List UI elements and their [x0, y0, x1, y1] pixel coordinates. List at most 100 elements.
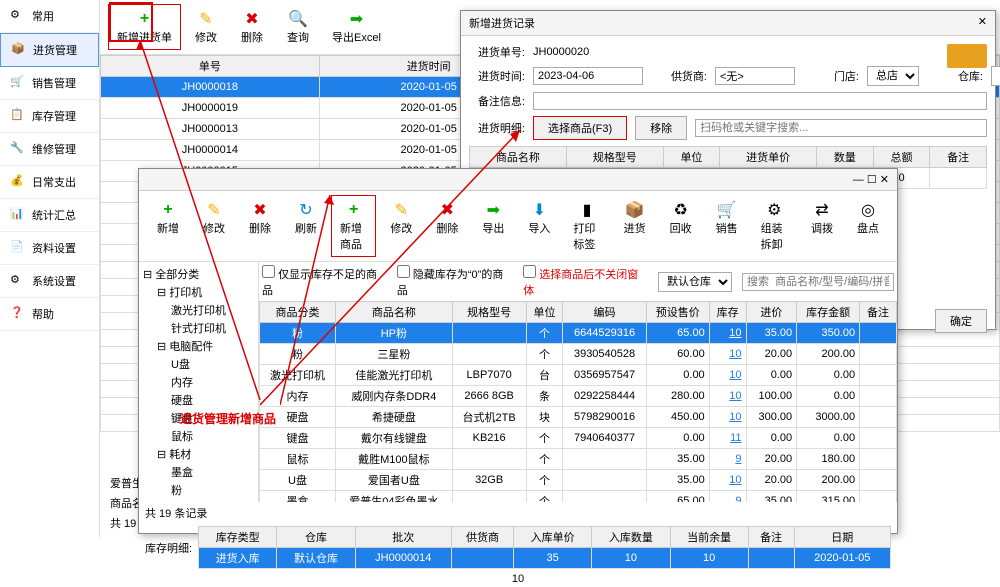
split-icon: ⚙ [764, 200, 784, 220]
table-row[interactable]: 墨盒爱普生04彩色墨水个65.00935.00315.00 [260, 491, 897, 503]
sidebar-item-common[interactable]: ⚙常用 [0, 0, 99, 33]
print-button[interactable]: ▮打印标签 [564, 195, 609, 257]
table-row[interactable]: 内存威刚内存条DDR42666 8GB条0292258444280.001010… [260, 386, 897, 407]
supplier-input[interactable] [715, 67, 795, 85]
order-no-label: 进货单号: [469, 44, 525, 60]
sidebar-item-stock[interactable]: 📋库存管理 [0, 100, 99, 133]
tree-leaf[interactable]: 鼠标 [143, 428, 254, 446]
order-no-value: JH0000020 [533, 46, 589, 58]
delete-icon: ✖ [242, 9, 262, 29]
sidebar-item-stats[interactable]: 📊统计汇总 [0, 199, 99, 232]
list-icon: 📋 [10, 108, 26, 124]
goods-dialog-titlebar[interactable]: — ☐ ✕ [139, 169, 897, 191]
note-label: 备注信息: [469, 93, 525, 109]
tree-node[interactable]: ⊟ 耗材 [143, 446, 254, 464]
sidebar-item-sales[interactable]: 🛒销售管理 [0, 67, 99, 100]
close-icon[interactable]: ✕ [880, 174, 889, 186]
transfer-button[interactable]: ⇄调拨 [801, 195, 843, 257]
help-icon: ❓ [10, 306, 26, 322]
chart-icon: 📊 [10, 207, 26, 223]
transfer-icon: ⇄ [812, 200, 832, 220]
delete-button[interactable]: ✖删除 [239, 195, 281, 257]
tree-leaf[interactable]: 激光打印机 [143, 302, 254, 320]
export-icon: ➡ [483, 200, 503, 220]
goods-grid[interactable]: 商品分类商品名称规格型号单位编码预设售价库存进价库存金额备注粉HP粉个66445… [259, 301, 897, 502]
chk-hide-zero[interactable]: 隐藏库存为“0”的商品 [397, 265, 513, 298]
sidebar-item-expense[interactable]: 💰日常支出 [0, 166, 99, 199]
footer-total: 共 19 [110, 515, 136, 531]
import-icon: ⬇ [529, 200, 549, 220]
chk-low-stock[interactable]: 仅显示库存不足的商品 [262, 265, 387, 298]
tree-leaf[interactable]: 墨盒 [143, 464, 254, 482]
table-row[interactable]: 激光打印机佳能激光打印机LBP7070台03569575470.00100.00… [260, 365, 897, 386]
edit2-icon: ✎ [391, 200, 411, 220]
tree-leaf[interactable]: 内存 [143, 374, 254, 392]
print-icon: ▮ [577, 200, 597, 220]
tree-root[interactable]: ⊟ 全部分类 [143, 266, 254, 284]
tree-node[interactable]: ⊟ 打印机 [143, 284, 254, 302]
stock-detail-label: 库存明细: [145, 540, 192, 556]
sale-button[interactable]: 🛒销售 [706, 195, 748, 257]
goods-toolbar: +新增✎修改✖删除↻刷新+新增商品✎修改✖删除➡导出⬇导入▮打印标签📦进货♻回收… [139, 191, 897, 262]
table-row[interactable]: 鼠标戴胜M100鼠标个35.00920.00180.00 [260, 449, 897, 470]
tree-leaf[interactable]: 粉 [143, 482, 254, 500]
dialog-title-bar[interactable]: 新增进货记录 ✕ [461, 11, 995, 36]
sidebar-item-system[interactable]: ⚙系统设置 [0, 265, 99, 298]
edit-icon: ✎ [204, 200, 224, 220]
export-button[interactable]: ➡导出 [472, 195, 514, 257]
delete2-button[interactable]: ✖删除 [426, 195, 468, 257]
tree-leaf[interactable]: 硬盘 [143, 392, 254, 410]
delete-button[interactable]: ✖删除 [231, 4, 273, 50]
sidebar-item-help[interactable]: ❓帮助 [0, 298, 99, 331]
ok-button[interactable]: 确定 [935, 309, 987, 333]
stock-select[interactable]: 默认仓库 [991, 66, 1000, 86]
add-button[interactable]: +新增 [147, 195, 189, 257]
store-label: 门店: [803, 68, 859, 84]
minimize-icon[interactable]: — [853, 174, 864, 186]
recycle-button[interactable]: ♻回收 [660, 195, 702, 257]
stock-filter-select[interactable]: 默认仓库 [658, 272, 732, 292]
import-button[interactable]: ⬇导入 [518, 195, 560, 257]
scan-search-input[interactable] [695, 119, 987, 137]
tree-leaf[interactable]: U盘 [143, 356, 254, 374]
sidebar-item-repair[interactable]: 🔧维修管理 [0, 133, 99, 166]
edit-button[interactable]: ✎修改 [185, 4, 227, 50]
category-tree[interactable]: ⊟ 全部分类⊟ 打印机激光打印机针式打印机⊟ 电脑配件U盘内存硬盘键盘鼠标⊟ 耗… [139, 262, 259, 502]
select-goods-button[interactable]: 选择商品(F3) [533, 116, 627, 140]
table-row[interactable]: 键盘戴尔有线键盘KB216个79406403770.00110.000.00 [260, 428, 897, 449]
sidebar-item-data[interactable]: 📄资料设置 [0, 232, 99, 265]
tree-node[interactable]: ⊟ 电脑配件 [143, 338, 254, 356]
table-row[interactable]: U盘爱国者U盘32GB个35.001020.00200.00 [260, 470, 897, 491]
store-select[interactable]: 总店 [867, 66, 919, 86]
goods-search-input[interactable] [742, 273, 894, 291]
table-row[interactable]: 粉三星粉个393054052860.001020.00200.00 [260, 344, 897, 365]
cart-icon: 🛒 [10, 75, 26, 91]
table-row[interactable]: 进货入库默认仓库JH00000143510102020-01-05 [199, 548, 891, 569]
edit2-button[interactable]: ✎修改 [380, 195, 422, 257]
split-button[interactable]: ⚙组装拆卸 [752, 195, 797, 257]
edit-button[interactable]: ✎修改 [193, 195, 235, 257]
remove-button[interactable]: 移除 [635, 116, 687, 140]
stock-in-button[interactable]: 📦进货 [614, 195, 656, 257]
date-input[interactable] [533, 67, 643, 85]
table-row[interactable]: 硬盘希捷硬盘台式机2TB块5798290016450.0010300.00300… [260, 407, 897, 428]
table-row[interactable]: 粉HP粉个664452931665.001035.00350.00 [260, 323, 897, 344]
sidebar-item-purchase[interactable]: 📦进货管理 [0, 33, 99, 67]
tree-leaf[interactable]: 针式打印机 [143, 320, 254, 338]
check-icon: ◎ [858, 200, 878, 220]
query-button[interactable]: 🔍查询 [277, 4, 319, 50]
add-goods-button[interactable]: +新增商品 [331, 195, 376, 257]
check-button[interactable]: ◎盘点 [847, 195, 889, 257]
close-icon[interactable]: ✕ [978, 15, 987, 31]
edit-icon: ✎ [196, 9, 216, 29]
export-button[interactable]: ➡导出Excel [323, 4, 390, 50]
note-input[interactable] [533, 92, 987, 110]
sidebar: ⚙常用 📦进货管理 🛒销售管理 📋库存管理 🔧维修管理 💰日常支出 📊统计汇总 … [0, 0, 100, 537]
chk-keep-open[interactable]: 选择商品后不关闭窗体 [523, 265, 648, 298]
refresh-button[interactable]: ↻刷新 [285, 195, 327, 257]
stock-detail-grid[interactable]: 库存类型仓库批次供货商入库单价入库数量当前余量备注日期进货入库默认仓库JH000… [198, 526, 891, 569]
maximize-icon[interactable]: ☐ [867, 174, 877, 186]
query-icon: 🔍 [288, 9, 308, 29]
add-button[interactable]: +新增进货单 [108, 4, 181, 50]
gear-icon: ⚙ [10, 273, 26, 289]
